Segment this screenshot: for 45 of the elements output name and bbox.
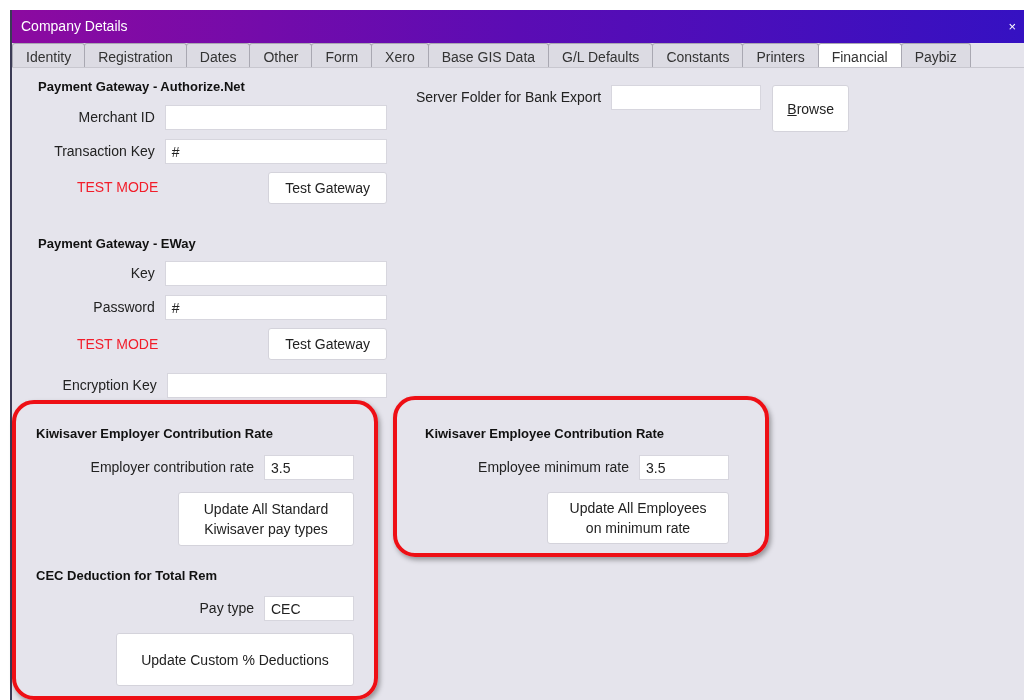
update-button[interactable]: Update All Standard Kiwisaver pay types (178, 491, 354, 546)
input-field[interactable]: CEC (264, 596, 354, 621)
field-label: Key (129, 264, 155, 283)
section-heading: Kiwisaver Employee Contribution Rate (425, 425, 665, 443)
input-field[interactable] (611, 85, 762, 110)
field-label: Pay type (198, 599, 254, 618)
section-heading: Payment Gateway - Authorize.Net (38, 78, 246, 96)
tab[interactable]: Base GIS Data (427, 43, 550, 67)
input-field[interactable]: # (164, 138, 387, 164)
close-button[interactable]: × (1008, 16, 1016, 37)
section-heading: Kiwisaver Employer Contribution Rate (36, 425, 273, 443)
test-mode-label: TEST MODE (75, 334, 160, 354)
input-field[interactable] (166, 373, 387, 398)
field-label: Password (92, 298, 155, 317)
field-label: Merchant ID (77, 107, 155, 127)
section-heading: Payment Gateway - EWay (38, 234, 197, 253)
tab[interactable]: Xero (371, 43, 429, 67)
field-label: Transaction Key (53, 141, 155, 161)
tab[interactable]: Form (311, 43, 373, 67)
input-field[interactable]: # (164, 295, 387, 320)
tab[interactable]: Identity (12, 43, 86, 67)
tab[interactable]: Financial (817, 43, 902, 67)
section-heading: CEC Deduction for Total Rem (36, 566, 218, 585)
window-title: Company Details (21, 17, 128, 36)
tab[interactable]: Paybiz (900, 43, 971, 67)
field-label: Employer contribution rate (89, 457, 254, 477)
field-label: Employee minimum rate (477, 457, 629, 477)
browse-button[interactable]: Browse (772, 85, 850, 132)
tab[interactable]: Printers (742, 43, 819, 67)
input-field[interactable] (164, 261, 387, 286)
input-field[interactable]: 3.5 (639, 454, 729, 480)
tab[interactable]: Constants (652, 43, 744, 67)
test-gateway-button[interactable]: Test Gateway (268, 171, 387, 204)
field-label: Encryption Key (61, 376, 157, 395)
field-label: Server Folder for Bank Export (416, 88, 602, 107)
test-gateway-button[interactable]: Test Gateway (268, 328, 387, 360)
tab[interactable]: Dates (185, 43, 251, 67)
update-button[interactable]: Update All Employees on minimum rate (547, 491, 729, 544)
tab[interactable]: Registration (84, 43, 187, 67)
test-mode-label: TEST MODE (75, 178, 160, 197)
input-field[interactable]: 3.5 (264, 454, 354, 480)
tab[interactable]: G/L Defaults (548, 43, 654, 67)
input-field[interactable] (164, 104, 387, 130)
update-button[interactable]: Update Custom % Deductions (116, 633, 354, 686)
tab[interactable]: Other (249, 43, 313, 67)
